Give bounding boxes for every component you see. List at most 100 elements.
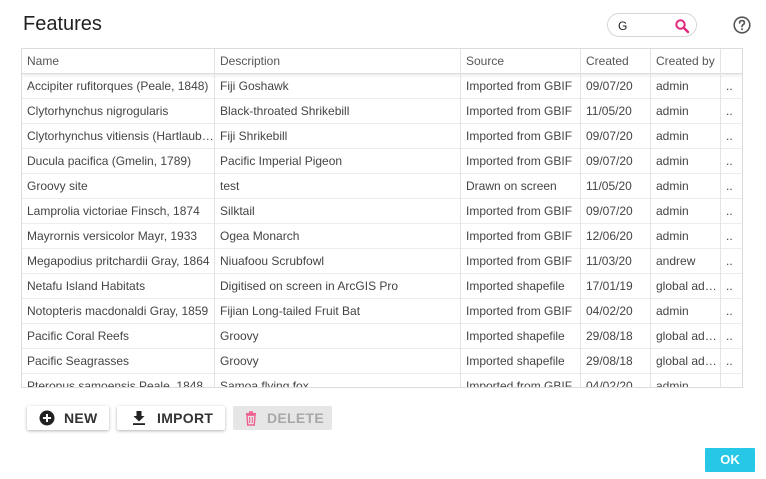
cell-created: 29/08/18	[586, 329, 633, 343]
cell-source: Imported from GBIF	[466, 304, 573, 318]
trash-icon	[246, 411, 256, 426]
cell-source: Imported from GBIF	[466, 154, 573, 168]
column-header-description[interactable]: Description	[215, 49, 461, 74]
cell-extra: ..	[726, 304, 733, 318]
cell-source: Imported from GBIF	[466, 379, 573, 388]
cell-name: Netafu Island Habitats	[27, 279, 146, 293]
cell-name: Pacific Seagrasses	[27, 354, 130, 368]
search-icon[interactable]	[674, 18, 690, 34]
cell-name: Pacific Coral Reefs	[27, 329, 130, 343]
cell-name: Lamprolia victoriae Finsch, 1874	[27, 204, 200, 218]
cell-created: 09/07/20	[586, 204, 633, 218]
table-row[interactable]: Clytorhynchus nigrogularis Black-throate…	[22, 99, 742, 124]
table-row[interactable]: Netafu Island Habitats Digitised on scre…	[22, 274, 742, 299]
cell-description: Digitised on screen in ArcGIS Pro	[220, 279, 399, 293]
import-button[interactable]: IMPORT	[117, 406, 225, 430]
cell-created-by: admin	[656, 379, 689, 388]
cell-created: 09/07/20	[586, 154, 633, 168]
cell-source: Imported from GBIF	[466, 104, 573, 118]
cell-source: Imported from GBIF	[466, 129, 573, 143]
cell-extra: ..	[726, 204, 733, 218]
cell-created: 11/05/20	[586, 179, 632, 193]
column-divider	[580, 49, 581, 387]
features-table: Name Description Source Created Created …	[21, 48, 743, 388]
cell-description: Ogea Monarch	[220, 229, 300, 243]
cell-description: Silktail	[220, 204, 255, 218]
cell-name: Ducula pacifica (Gmelin, 1789)	[27, 154, 192, 168]
cell-extra: ..	[726, 104, 733, 118]
new-button[interactable]: NEW	[27, 406, 109, 430]
cell-description: Fiji Goshawk	[220, 79, 289, 93]
column-divider	[214, 49, 215, 387]
table-row[interactable]: Lamprolia victoriae Finsch, 1874 Silktai…	[22, 199, 742, 224]
column-header-created[interactable]: Created	[581, 49, 651, 74]
dialog-title: Features	[23, 13, 102, 35]
cell-description: Black-throated Shrikebill	[220, 104, 350, 118]
table-row[interactable]: Ducula pacifica (Gmelin, 1789) Pacific I…	[22, 149, 742, 174]
table-row[interactable]: Notopteris macdonaldi Gray, 1859 Fijian …	[22, 299, 742, 324]
search-box[interactable]	[607, 13, 697, 37]
cell-created-by: admin	[656, 104, 689, 118]
column-header-name[interactable]: Name	[22, 49, 214, 74]
column-divider	[650, 49, 651, 387]
table-row[interactable]: Groovy site test Drawn on screen 11/05/2…	[22, 174, 742, 199]
search-input[interactable]	[618, 17, 676, 34]
cell-name: Megapodius pritchardii Gray, 1864	[27, 254, 210, 268]
cell-source: Imported shapefile	[466, 329, 565, 343]
cell-description: Niuafoou Scrubfowl	[220, 254, 325, 268]
column-header-created-by[interactable]: Created by	[651, 49, 721, 74]
cell-created-by: global admin	[656, 329, 721, 343]
cell-created-by: admin	[656, 179, 689, 193]
cell-extra: ..	[726, 79, 733, 93]
cell-description: Groovy	[220, 354, 259, 368]
cell-extra: ..	[726, 279, 733, 293]
cell-name: Accipiter rufitorques (Peale, 1848)	[27, 79, 209, 93]
column-header-extra[interactable]	[721, 49, 742, 74]
cell-description: Fiji Shrikebill	[220, 129, 288, 143]
table-row[interactable]: Mayrornis versicolor Mayr, 1933 Ogea Mon…	[22, 224, 742, 249]
new-button-label: NEW	[64, 410, 98, 426]
cell-created: 12/06/20	[586, 229, 633, 243]
cell-extra: ..	[726, 154, 733, 168]
delete-button-label: DELETE	[267, 410, 325, 426]
cell-created-by: admin	[656, 229, 689, 243]
cell-created-by: admin	[656, 79, 689, 93]
cell-name: Clytorhynchus vitiensis (Hartlaub, 1866)	[27, 129, 214, 143]
cell-created-by: admin	[656, 204, 689, 218]
cell-extra: ..	[726, 179, 733, 193]
ok-button[interactable]: OK	[705, 448, 755, 472]
table-row[interactable]: Pacific Coral Reefs Groovy Imported shap…	[22, 324, 742, 349]
cell-name: Clytorhynchus nigrogularis	[27, 104, 169, 118]
table-row[interactable]: Megapodius pritchardii Gray, 1864 Niuafo…	[22, 249, 742, 274]
table-row[interactable]: Pteropus samoensis Peale, 1848 Samoa fly…	[22, 374, 742, 388]
import-button-label: IMPORT	[157, 410, 214, 426]
table-row[interactable]: Accipiter rufitorques (Peale, 1848) Fiji…	[22, 74, 742, 99]
cell-created-by: admin	[656, 304, 689, 318]
cell-created: 09/07/20	[586, 129, 633, 143]
table-row[interactable]: Pacific Seagrasses Groovy Imported shape…	[22, 349, 742, 374]
help-icon[interactable]	[733, 16, 751, 34]
cell-source: Imported from GBIF	[466, 229, 573, 243]
column-header-source[interactable]: Source	[461, 49, 581, 74]
cell-created: 04/02/20	[586, 304, 633, 318]
cell-created: 04/02/20	[586, 379, 633, 388]
plus-circle-icon	[39, 410, 55, 426]
table-header: Name Description Source Created Created …	[22, 49, 742, 74]
cell-extra: ..	[726, 354, 733, 368]
cell-description: test	[220, 179, 240, 193]
cell-description: Groovy	[220, 329, 259, 343]
cell-name: Groovy site	[27, 179, 88, 193]
column-divider	[720, 49, 721, 387]
cell-name: Notopteris macdonaldi Gray, 1859	[27, 304, 209, 318]
table-row[interactable]: Clytorhynchus vitiensis (Hartlaub, 1866)…	[22, 124, 742, 149]
cell-extra: ..	[726, 129, 733, 143]
cell-created: 11/05/20	[586, 104, 632, 118]
cell-extra: ..	[726, 254, 733, 268]
cell-description: Pacific Imperial Pigeon	[220, 154, 343, 168]
delete-button[interactable]: DELETE	[233, 406, 332, 430]
cell-name: Pteropus samoensis Peale, 1848	[27, 379, 204, 388]
cell-created-by: andrew	[656, 254, 696, 268]
cell-created: 11/03/20	[586, 254, 632, 268]
cell-source: Imported from GBIF	[466, 204, 573, 218]
cell-created-by: global admin	[656, 354, 721, 368]
